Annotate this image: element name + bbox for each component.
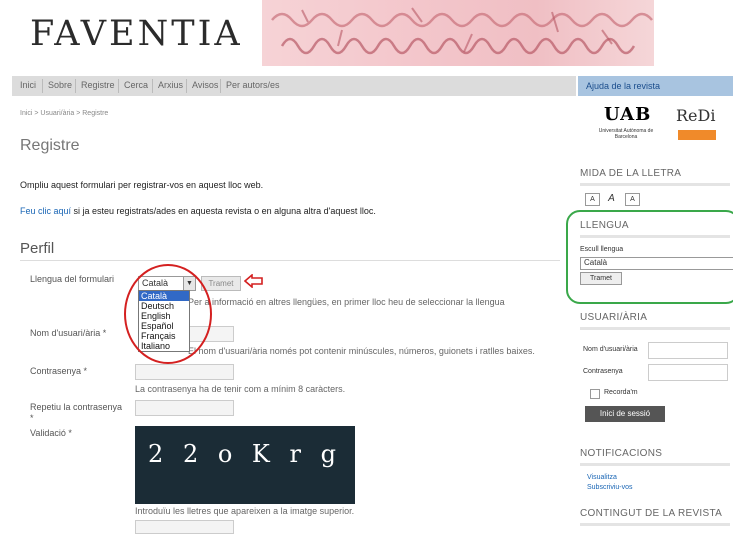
username-label: Nom d'usuari/ària * [30,328,107,338]
red-arrow-annotation-icon [244,274,263,288]
captcha-image: 2 2 o K r g [135,426,355,504]
font-size-title: MIDA DE LA LLETRA [580,168,682,179]
journal-help-bar[interactable]: Ajuda de la revista [578,76,733,96]
intro-text: Ompliu aquest formulari per registrar-vo… [20,180,264,190]
password-help-text: La contrasenya ha de tenir com a mínim 8… [135,384,346,394]
language-help-text: Per a informació en altres llengües, en … [188,297,505,307]
journal-content-title: CONTINGUT DE LA REVISTA [580,508,723,519]
nav-arxius[interactable]: Arxius [158,80,183,90]
sidebar-username-label: Nom d'usuari/ària [583,346,638,353]
breadcrumb[interactable]: Inici > Usuari/ària > Registre [20,110,108,117]
login-prompt-text: si ja esteu registrats/ades en aquesta r… [71,206,376,216]
login-prompt: Feu clic aquí si ja esteu registrats/ade… [20,206,376,216]
notif-subscribe-link[interactable]: Subscriviu-vos [587,484,633,491]
nav-per-autors[interactable]: Per autors/es [226,80,280,90]
nav-inici[interactable]: Inici [20,80,36,90]
password-input[interactable] [135,364,234,380]
header-banner-image [262,0,654,66]
nav-divider [220,79,221,93]
font-small-button[interactable]: A [585,193,600,206]
nav-cerca[interactable]: Cerca [124,80,148,90]
site-logo[interactable]: FAVENTIA [30,14,243,54]
notif-view-link[interactable]: Visualitza [587,474,617,481]
nav-divider [186,79,187,93]
captcha-text: 2 2 o K r g [148,440,342,468]
sidebar-divider [580,463,730,466]
sidebar-username-input[interactable] [648,342,728,359]
nav-divider [152,79,153,93]
captcha-input[interactable] [135,520,234,534]
sponsor-logos: UAB Universitat Autònoma de Barcelona Re… [578,102,733,152]
repeat-password-required: * [30,413,34,423]
nav-sobre[interactable]: Sobre [48,80,72,90]
nav-divider [118,79,119,93]
uab-subtitle: Universitat Autònoma de Barcelona [598,128,654,140]
repeat-password-label: Repetiu la contrasenya [30,402,123,412]
validation-label: Validació * [30,428,72,438]
red-oval-annotation [124,264,212,364]
main-navbar: Inici Sobre Registre Cerca Arxius Avisos… [12,76,576,96]
username-help-text: El nom d'usuari/ària només pot contenir … [188,346,535,356]
notifications-title: NOTIFICACIONS [580,448,663,459]
page-title: Registre [20,137,80,154]
login-button[interactable]: Inici de sessió [585,406,665,422]
section-divider [20,260,560,261]
journal-help-link[interactable]: Ajuda de la revista [586,81,660,91]
sidebar-divider [580,523,730,526]
password-label: Contrasenya * [30,366,88,376]
header: FAVENTIA [0,0,733,72]
sidebar-divider [580,183,730,186]
uab-logo[interactable]: UAB [604,104,651,125]
login-link[interactable]: Feu clic aquí [20,206,71,216]
remember-me-label: Recorda'm [604,389,638,396]
sidebar-password-input[interactable] [648,364,728,381]
nav-divider [42,79,43,93]
sidebar-password-label: Contrasenya [583,368,623,375]
section-title-profile: Perfil [20,240,55,257]
nav-avisos[interactable]: Avisos [192,80,218,90]
nav-divider [75,79,76,93]
captcha-help-text: Introduïu les lletres que apareixen a la… [135,506,355,516]
green-box-annotation [566,210,733,304]
redi-logo[interactable]: ReDi [676,106,715,125]
form-language-label: Llengua del formulari [30,274,115,284]
redi-logo-bar [678,130,716,140]
user-title: USUARI/ÀRIA [580,312,648,323]
font-default-button[interactable]: A [605,193,618,204]
font-large-button[interactable]: A [625,193,640,206]
remember-me-checkbox[interactable] [590,389,600,399]
sidebar-divider [580,327,730,330]
repeat-password-input[interactable] [135,400,234,416]
nav-registre[interactable]: Registre [81,80,115,90]
language-submit-button[interactable]: Tramet [201,276,241,291]
